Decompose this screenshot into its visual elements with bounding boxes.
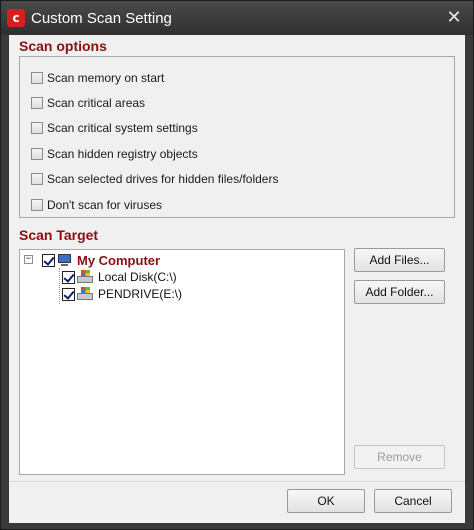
ok-button[interactable]: OK — [287, 489, 365, 513]
drive-icon — [77, 287, 94, 301]
cancel-button[interactable]: Cancel — [374, 489, 452, 513]
tree-node-pendrive[interactable]: PENDRIVE(E:\) — [62, 286, 182, 302]
dialog-window: c Custom Scan Setting ✕ Scan options Sca… — [0, 0, 474, 530]
tree-node-label: Local Disk(C:\) — [98, 270, 177, 284]
checkbox[interactable] — [31, 122, 43, 134]
tree-node-my-computer[interactable]: My Computer — [42, 252, 160, 268]
add-folder-button[interactable]: Add Folder... — [354, 280, 445, 304]
scan-options-group: Scan memory on start Scan critical areas… — [19, 56, 455, 218]
tree-node-label: My Computer — [77, 252, 161, 268]
checkbox[interactable] — [31, 199, 43, 211]
scan-target-tree[interactable]: − My Computer Local Disk(C:\) PENDRIVE(E… — [19, 249, 345, 475]
scan-target-heading: Scan Target — [19, 227, 99, 243]
option-label: Scan memory on start — [47, 71, 165, 85]
option-label: Scan hidden registry objects — [47, 147, 198, 161]
dialog-footer: OK Cancel — [9, 481, 465, 523]
tree-checkbox[interactable] — [62, 270, 75, 284]
tree-node-local-disk[interactable]: Local Disk(C:\) — [62, 269, 177, 285]
option-label: Don't scan for viruses — [47, 198, 163, 212]
close-icon: ✕ — [446, 7, 462, 28]
checkbox[interactable] — [31, 97, 43, 109]
window-title: Custom Scan Setting — [31, 10, 172, 27]
option-scan-hidden-registry[interactable]: Scan hidden registry objects — [31, 146, 198, 162]
dialog-body: Scan options Scan memory on start Scan c… — [9, 35, 465, 481]
option-scan-memory[interactable]: Scan memory on start — [31, 70, 164, 86]
app-logo-icon: c — [7, 9, 25, 27]
checkbox[interactable] — [31, 72, 43, 84]
tree-checkbox[interactable] — [42, 253, 55, 267]
computer-icon — [57, 253, 73, 267]
close-button[interactable]: ✕ — [443, 7, 465, 29]
tree-checkbox[interactable] — [62, 287, 75, 301]
tree-node-label: PENDRIVE(E:\) — [98, 287, 183, 301]
title-bar: c Custom Scan Setting ✕ — [1, 1, 473, 35]
option-scan-critical-areas[interactable]: Scan critical areas — [31, 95, 145, 111]
add-files-button[interactable]: Add Files... — [354, 248, 445, 272]
checkbox[interactable] — [31, 148, 43, 160]
scan-options-heading: Scan options — [19, 38, 107, 54]
option-scan-system-settings[interactable]: Scan critical system settings — [31, 120, 198, 136]
collapse-toggle-icon[interactable]: − — [24, 255, 33, 264]
option-label: Scan critical system settings — [47, 121, 198, 135]
remove-button[interactable]: Remove — [354, 445, 445, 469]
option-scan-hidden-files[interactable]: Scan selected drives for hidden files/fo… — [31, 171, 278, 187]
drive-icon — [77, 270, 94, 284]
option-label: Scan critical areas — [47, 96, 146, 110]
option-dont-scan-viruses[interactable]: Don't scan for viruses — [31, 197, 162, 213]
option-label: Scan selected drives for hidden files/fo… — [47, 172, 279, 186]
checkbox[interactable] — [31, 173, 43, 185]
